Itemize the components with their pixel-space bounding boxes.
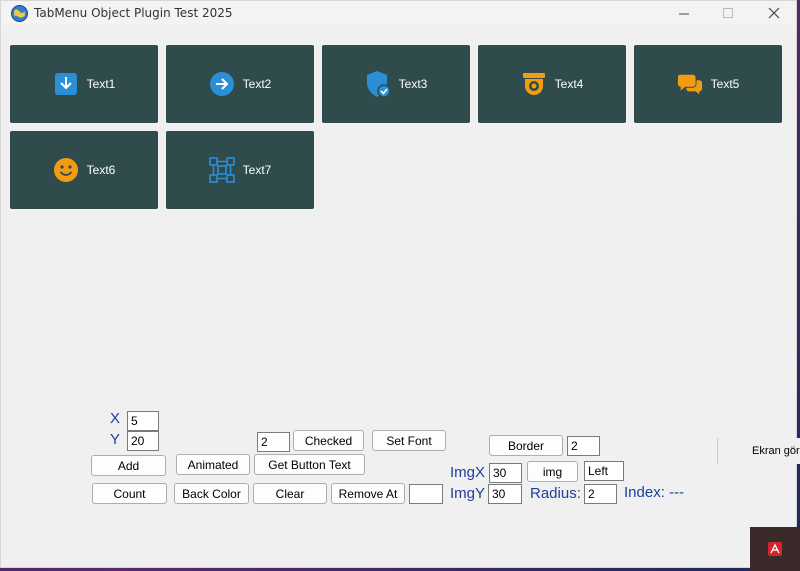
download-icon (53, 71, 79, 97)
tab-text2[interactable]: Text2 (166, 45, 314, 123)
smiley-icon (53, 157, 79, 183)
network-nodes-icon (208, 157, 235, 183)
security-camera-icon (521, 71, 547, 97)
add-button[interactable]: Add (91, 455, 166, 476)
tab-label: Text3 (398, 77, 428, 91)
imgy-label: ImgY (450, 485, 486, 502)
chat-bubbles-icon (677, 71, 703, 97)
index-status: Index: --- (624, 484, 685, 501)
close-button[interactable] (751, 1, 797, 25)
window-title: TabMenu Object Plugin Test 2025 (34, 6, 233, 20)
tab-text3[interactable]: Text3 (322, 45, 470, 123)
screenshot-notification[interactable]: Ekran gör (717, 438, 800, 464)
get-button-text-button[interactable]: Get Button Text (254, 454, 365, 475)
radius-label: Radius: (530, 485, 581, 502)
title-bar: TabMenu Object Plugin Test 2025 (1, 1, 796, 25)
tab-text7[interactable]: Text7 (166, 131, 314, 209)
img-button[interactable]: img (527, 461, 578, 482)
index-input[interactable]: 2 (257, 432, 290, 452)
remove-at-button[interactable]: Remove At (331, 483, 405, 504)
border-input[interactable]: 2 (567, 436, 600, 456)
notification-text: Ekran gör (752, 445, 800, 457)
minimize-icon (678, 13, 689, 14)
shield-check-icon (365, 71, 391, 98)
x-label: X (110, 410, 121, 427)
maximize-button[interactable] (705, 1, 751, 25)
back-color-button[interactable]: Back Color (174, 483, 249, 504)
set-font-button[interactable]: Set Font (372, 430, 446, 451)
clear-button[interactable]: Clear (253, 483, 327, 504)
imgx-label: ImgX (450, 464, 486, 481)
maximize-icon (722, 7, 733, 18)
close-icon (768, 7, 780, 19)
y-input[interactable]: 20 (127, 431, 159, 451)
img-align-select[interactable]: Left (584, 461, 624, 481)
tab-text4[interactable]: Text4 (478, 45, 626, 123)
tab-label: Text1 (86, 77, 116, 91)
x-input[interactable]: 5 (127, 411, 159, 431)
radius-input[interactable]: 2 (584, 484, 617, 504)
tab-text6[interactable]: Text6 (10, 131, 158, 209)
imgx-input[interactable]: 30 (489, 463, 522, 483)
count-button[interactable]: Count (92, 483, 167, 504)
border-button[interactable]: Border (489, 435, 563, 456)
tab-label: Text5 (710, 77, 740, 91)
tab-text1[interactable]: Text1 (10, 45, 158, 123)
tab-label: Text7 (242, 163, 272, 177)
remove-at-input[interactable] (409, 484, 443, 504)
taskbar-acrobat-button[interactable] (750, 527, 800, 571)
tab-text5[interactable]: Text5 (634, 45, 782, 123)
tab-label: Text6 (86, 163, 116, 177)
imgy-input[interactable]: 30 (488, 484, 522, 504)
acrobat-icon (768, 542, 782, 556)
minimize-button[interactable] (661, 1, 707, 25)
animated-button[interactable]: Animated (176, 454, 250, 475)
app-window: TabMenu Object Plugin Test 2025 Text1 Te… (0, 0, 797, 568)
app-globe-icon (11, 5, 28, 22)
arrow-right-circle-icon (209, 71, 235, 97)
tab-label: Text4 (554, 77, 584, 91)
checked-button[interactable]: Checked (293, 430, 364, 451)
y-label: Y (110, 431, 121, 448)
tab-label: Text2 (242, 77, 272, 91)
